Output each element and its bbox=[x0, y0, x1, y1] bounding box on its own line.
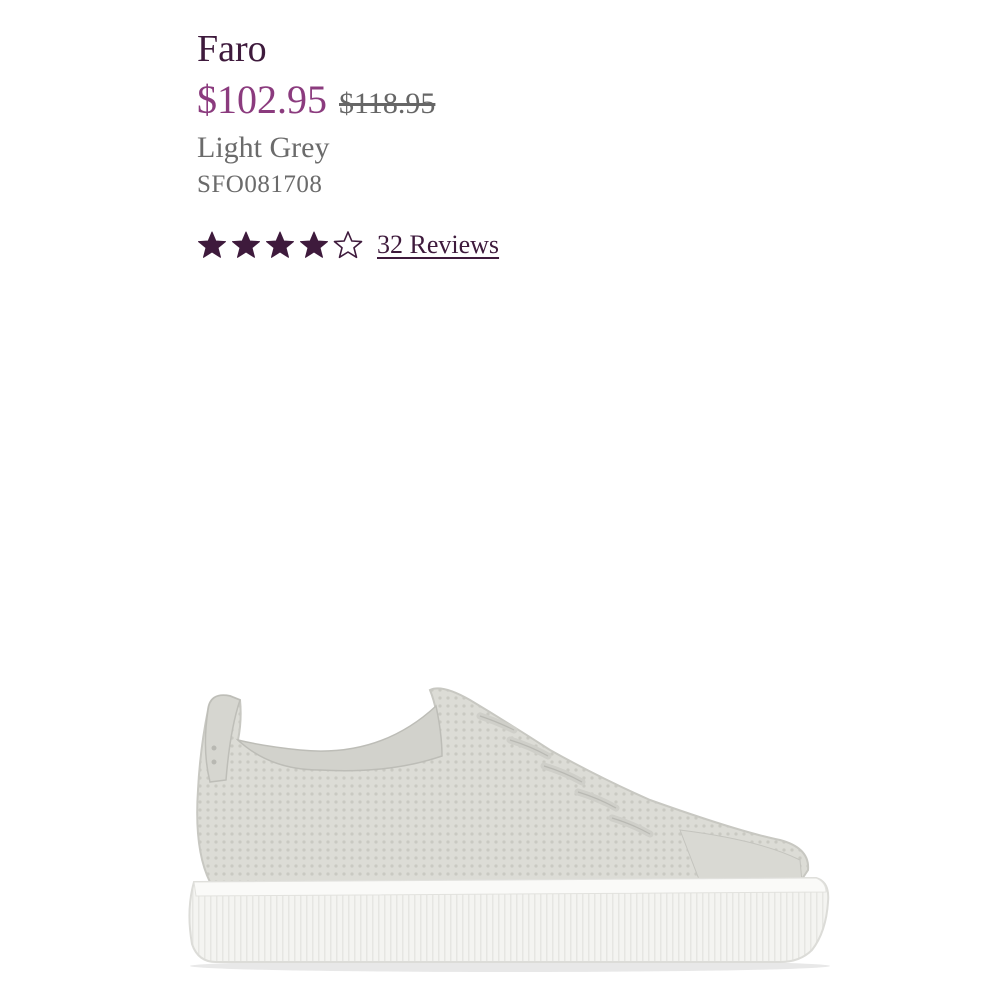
product-info: Faro $102.95 $118.95 Light Grey SFO08170… bbox=[197, 30, 499, 260]
sneaker-product-image bbox=[188, 687, 830, 972]
color-name: Light Grey bbox=[197, 131, 330, 164]
star-filled-icon bbox=[198, 231, 226, 258]
star-filled-icon bbox=[232, 231, 260, 258]
product-sku: SFO081708 bbox=[197, 171, 323, 198]
price-row: $102.95 $118.95 bbox=[197, 80, 499, 120]
star-empty-icon bbox=[333, 231, 363, 259]
product-title: Faro bbox=[197, 28, 267, 70]
rating-row: 32 Reviews bbox=[197, 230, 499, 260]
reviews-link[interactable]: 32 Reviews bbox=[377, 230, 499, 260]
star-filled-icon bbox=[300, 231, 328, 258]
sale-price: $102.95 bbox=[197, 77, 327, 122]
star-filled-icon bbox=[266, 231, 294, 258]
star-rating[interactable] bbox=[197, 230, 363, 260]
original-price: $118.95 bbox=[339, 87, 436, 120]
